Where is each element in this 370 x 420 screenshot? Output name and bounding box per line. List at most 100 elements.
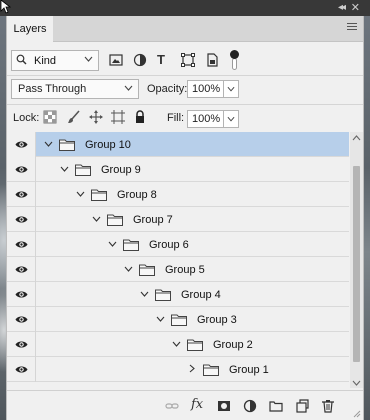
visibility-eye-icon[interactable]: [7, 307, 36, 332]
layer-row[interactable]: Group 7: [7, 207, 349, 232]
blend-row: Pass Through Opacity: 100%: [7, 79, 363, 101]
visibility-eye-icon[interactable]: [7, 182, 36, 207]
pixel-filter-icon[interactable]: [109, 53, 123, 67]
scroll-up-icon[interactable]: [352, 134, 361, 143]
tab-layers[interactable]: Layers: [7, 16, 53, 42]
layer-row[interactable]: Group 4: [7, 282, 349, 307]
chevron-down-icon[interactable]: [43, 139, 53, 150]
fill-value: 100%: [192, 113, 221, 125]
visibility-eye-icon[interactable]: [7, 282, 36, 307]
visibility-eye-icon[interactable]: [7, 232, 36, 257]
layer-name: Group 6: [149, 238, 189, 251]
resize-grip-icon[interactable]: [353, 410, 361, 418]
visibility-eye-icon[interactable]: [7, 257, 36, 282]
type-filter-icon[interactable]: T: [157, 52, 171, 67]
chevron-down-icon: [84, 54, 93, 64]
layer-row[interactable]: Group 10: [7, 132, 349, 157]
lock-transparency-icon[interactable]: [43, 110, 57, 124]
adjustment-filter-icon[interactable]: [133, 53, 147, 67]
folder-icon: [59, 139, 75, 151]
lock-pixels-brush-icon[interactable]: [67, 110, 81, 124]
layer-row[interactable]: Group 5: [7, 257, 349, 282]
folder-icon: [171, 314, 187, 326]
scroll-down-icon[interactable]: [352, 379, 361, 388]
chevron-down-icon[interactable]: [227, 114, 235, 124]
visibility-eye-icon[interactable]: [7, 207, 36, 232]
folder-icon: [75, 164, 91, 176]
opacity-label: Opacity:: [147, 83, 188, 95]
new-layer-icon[interactable]: [295, 399, 309, 413]
layers-list: Group 10 Group 9 Group 8 Group 7 Group 6 Grou…: [7, 132, 349, 388]
layer-name: Group 9: [101, 163, 141, 176]
folder-icon: [139, 264, 155, 276]
layer-row[interactable]: Group 1: [7, 357, 349, 382]
layer-row[interactable]: Group 8: [7, 182, 349, 207]
visibility-eye-icon[interactable]: [7, 132, 36, 157]
layers-scrollbar[interactable]: [350, 132, 363, 388]
divider: [7, 104, 363, 105]
fx-icon[interactable]: fx: [191, 397, 205, 412]
kind-filter-label: Kind: [34, 54, 57, 67]
link-layers-icon[interactable]: [165, 399, 179, 413]
opacity-field[interactable]: 100%: [187, 80, 239, 98]
layer-name: Group 10: [85, 138, 131, 151]
chevron-down-icon[interactable]: [171, 339, 181, 350]
fill-label: Fill:: [167, 112, 185, 124]
collapse-panels-icon[interactable]: ◂◂: [338, 2, 346, 13]
chevron-down-icon[interactable]: [91, 214, 101, 225]
blend-mode-select[interactable]: Pass Through: [11, 79, 139, 99]
chevron-down-icon[interactable]: [123, 264, 133, 275]
fill-field[interactable]: 100%: [187, 110, 239, 128]
layer-name: Group 5: [165, 263, 205, 276]
shape-filter-icon[interactable]: [181, 53, 195, 67]
visibility-eye-icon[interactable]: [7, 157, 36, 182]
panel-dock-header: ◂◂ ✕: [0, 0, 370, 16]
layer-name: Group 7: [133, 213, 173, 226]
chevron-down-icon[interactable]: [75, 189, 85, 200]
lock-all-icon[interactable]: [133, 110, 147, 124]
layer-filter-row: Kind T: [7, 50, 363, 74]
chevron-down-icon[interactable]: [59, 164, 69, 175]
layer-row[interactable]: Group 3: [7, 307, 349, 332]
chevron-down-icon[interactable]: [139, 289, 149, 300]
blend-mode-value: Pass Through: [18, 83, 87, 95]
layer-name: Group 3: [197, 313, 237, 326]
lock-row: Lock: Fill: 100%: [7, 108, 363, 130]
adjustment-layer-icon[interactable]: [243, 399, 257, 413]
layers-panel: Layers Kind T Pass Through Opacity: 100%…: [6, 16, 364, 420]
layer-row[interactable]: Group 2: [7, 332, 349, 357]
search-icon: [16, 54, 30, 68]
lock-label: Lock:: [13, 112, 40, 124]
folder-icon: [123, 239, 139, 251]
chevron-right-icon[interactable]: [187, 364, 197, 376]
visibility-eye-icon[interactable]: [7, 332, 36, 357]
folder-icon: [107, 214, 123, 226]
layer-name: Group 2: [213, 338, 253, 351]
chevron-down-icon[interactable]: [107, 239, 117, 250]
folder-icon: [187, 339, 203, 351]
new-group-icon[interactable]: [269, 399, 283, 413]
folder-icon: [91, 189, 107, 201]
add-mask-icon[interactable]: [217, 399, 231, 413]
layer-name: Group 1: [229, 363, 269, 376]
opacity-value: 100%: [192, 83, 221, 95]
smart-object-filter-icon[interactable]: [205, 53, 219, 67]
panel-tab-bar: Layers: [7, 16, 363, 42]
lock-position-move-icon[interactable]: [89, 110, 103, 124]
chevron-down-icon: [124, 83, 133, 93]
visibility-eye-icon[interactable]: [7, 357, 36, 382]
layer-row[interactable]: Group 6: [7, 232, 349, 257]
kind-filter-select[interactable]: Kind: [11, 50, 99, 71]
layer-name: Group 4: [181, 288, 221, 301]
chevron-down-icon[interactable]: [155, 314, 165, 325]
lock-artboard-icon[interactable]: [111, 110, 125, 124]
layer-name: Group 8: [117, 188, 157, 201]
scrollbar-thumb[interactable]: [353, 166, 360, 362]
divider: [7, 75, 363, 76]
panel-menu-icon[interactable]: [347, 23, 357, 33]
chevron-down-icon[interactable]: [227, 84, 235, 94]
delete-icon[interactable]: [321, 399, 335, 413]
filter-toggle-switch[interactable]: [230, 50, 239, 70]
close-icon[interactable]: ✕: [351, 1, 360, 14]
layer-row[interactable]: Group 9: [7, 157, 349, 182]
